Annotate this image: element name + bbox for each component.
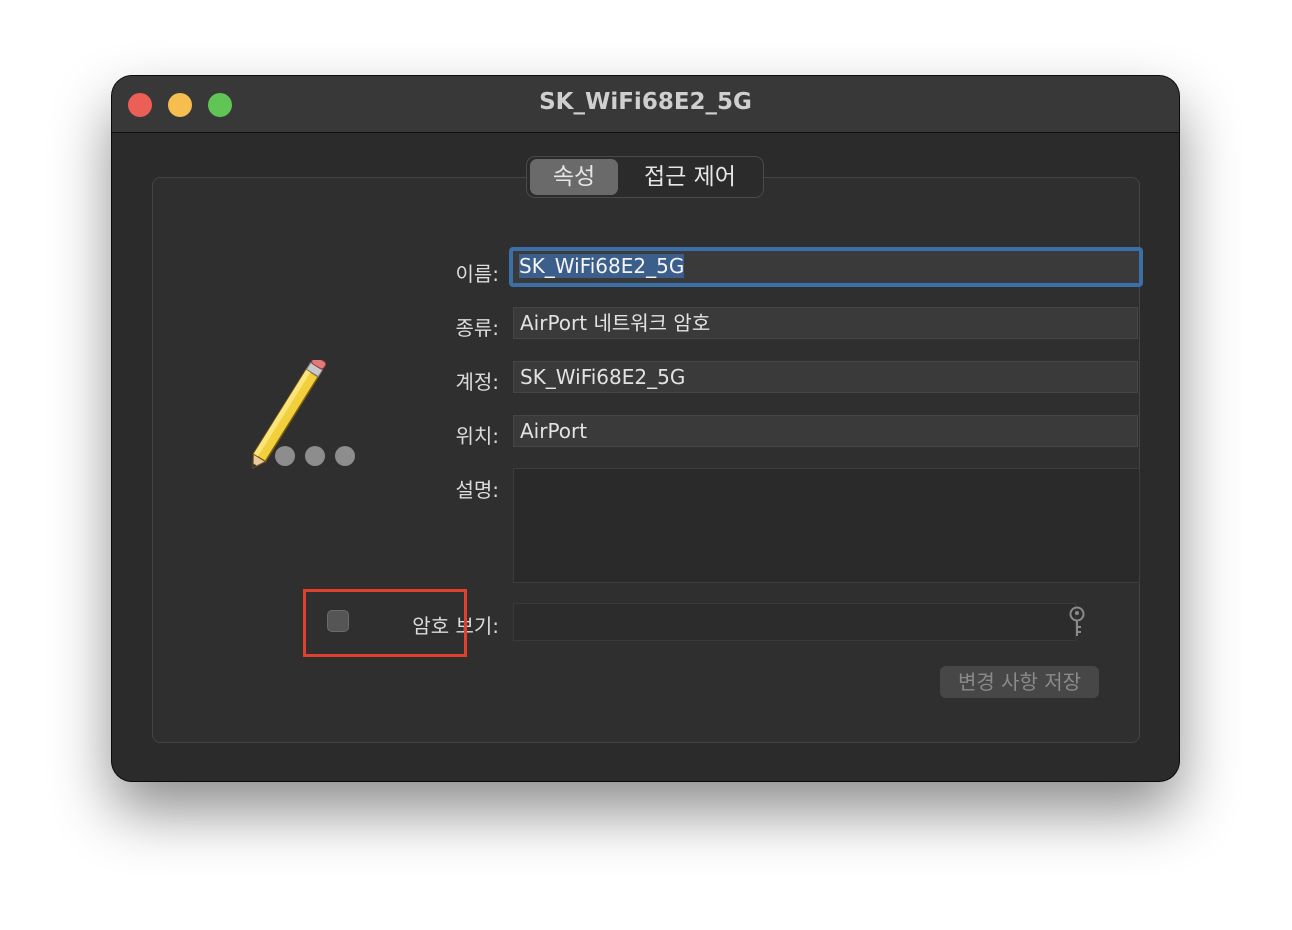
- account-field[interactable]: SK_WiFi68E2_5G: [513, 361, 1138, 393]
- key-icon[interactable]: [1067, 606, 1087, 638]
- name-value: SK_WiFi68E2_5G: [519, 254, 685, 278]
- tab-control: 속성 접근 제어: [526, 156, 764, 198]
- pencil-password-icon: [243, 356, 363, 480]
- labels-column: 이름: 종류: 계정: 위치: 설명: 암호 보기:: [403, 178, 499, 742]
- keychain-item-window: SK_WiFi68E2_5G 이름: 종류: 계정: 위치: 설명: 암호 보기…: [112, 76, 1179, 781]
- tab-access-control[interactable]: 접근 제어: [622, 159, 758, 195]
- where-field[interactable]: AirPort: [513, 415, 1138, 447]
- account-label: 계정:: [455, 370, 499, 394]
- attributes-panel: 이름: 종류: 계정: 위치: 설명: 암호 보기: SK_WiFi68E2_5…: [152, 177, 1143, 743]
- title-bar: SK_WiFi68E2_5G: [112, 76, 1179, 133]
- show-password-highlight: [303, 589, 467, 657]
- tab-attributes[interactable]: 속성: [530, 159, 618, 195]
- kind-field[interactable]: AirPort 네트워크 암호: [513, 307, 1138, 339]
- comments-field[interactable]: [513, 468, 1140, 583]
- name-field[interactable]: SK_WiFi68E2_5G: [509, 247, 1143, 287]
- comments-label: 설명:: [455, 478, 499, 502]
- password-field[interactable]: [513, 603, 1076, 641]
- where-label: 위치:: [455, 424, 499, 448]
- name-label: 이름:: [455, 262, 499, 286]
- kind-label: 종류:: [455, 316, 499, 340]
- save-changes-button[interactable]: 변경 사항 저장: [940, 666, 1099, 698]
- window-title: SK_WiFi68E2_5G: [539, 89, 752, 115]
